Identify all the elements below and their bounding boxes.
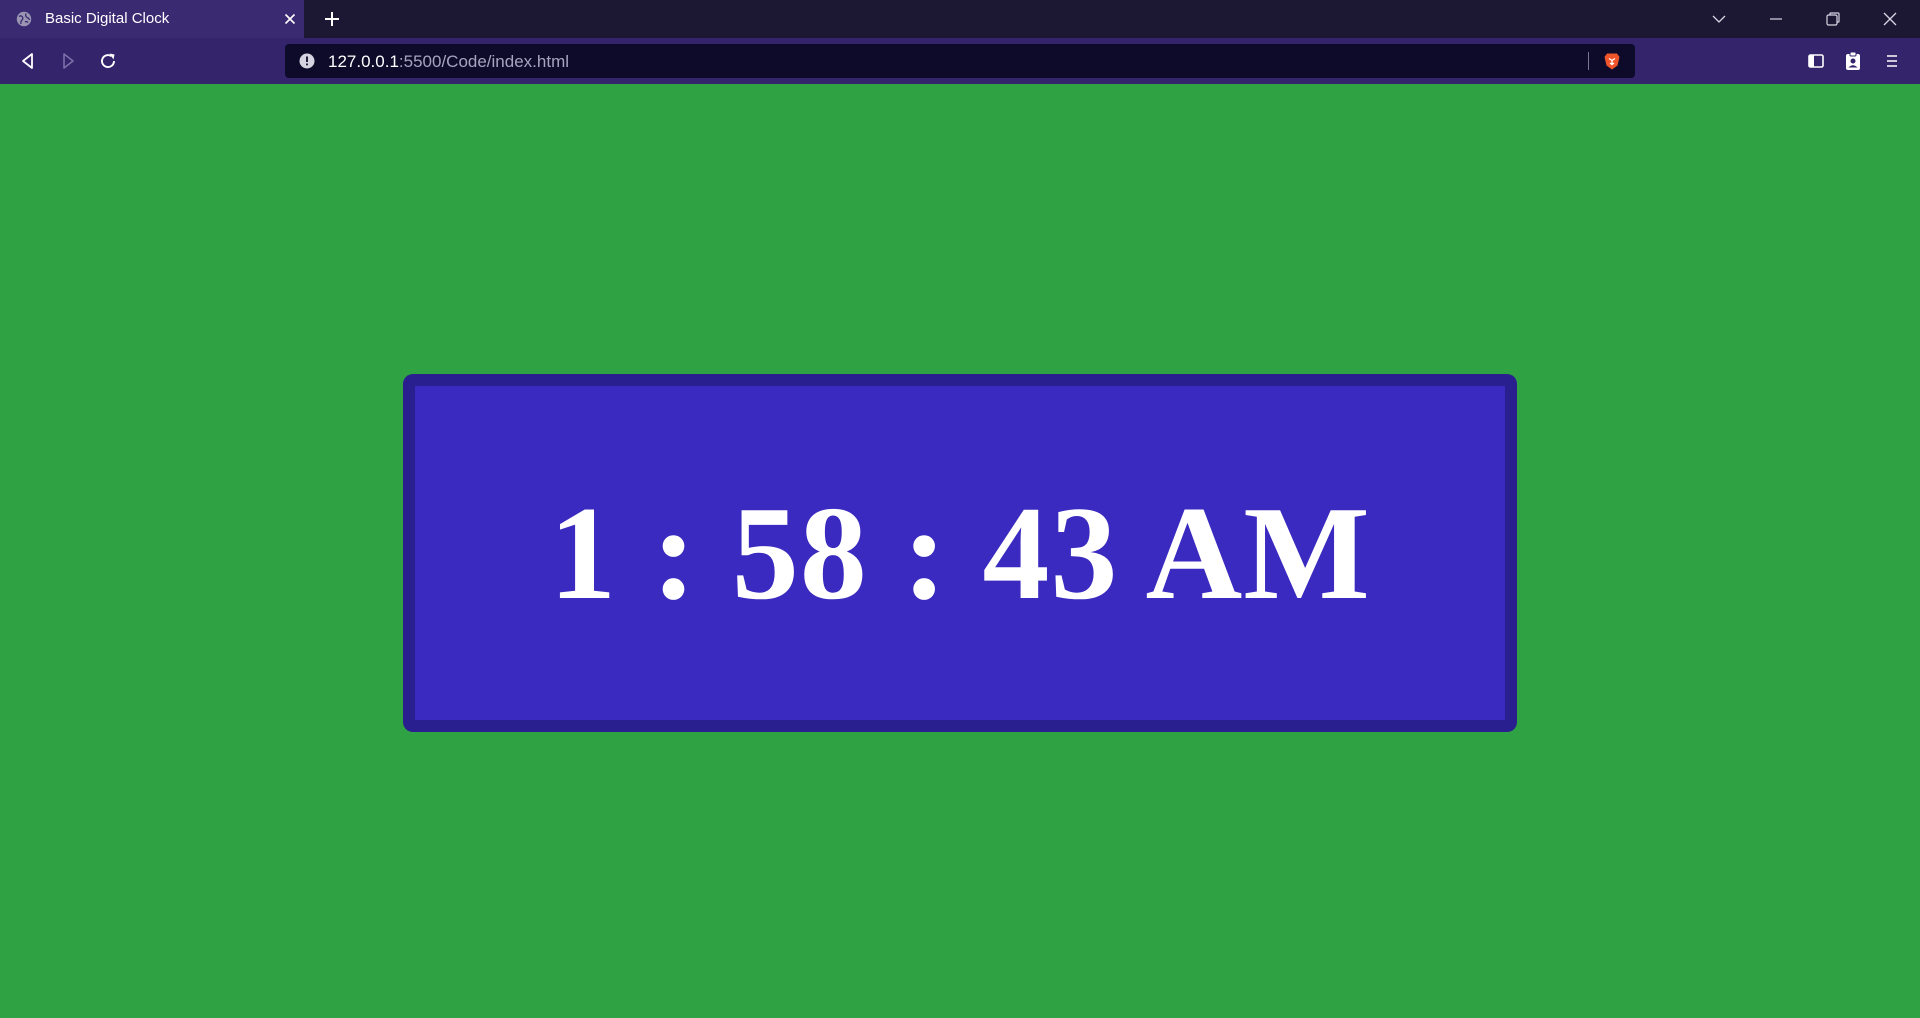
- menu-icon[interactable]: [1881, 50, 1903, 72]
- forward-icon[interactable]: [57, 50, 79, 72]
- tab-search-chevron-icon[interactable]: [1709, 9, 1729, 29]
- browser-toolbar: 127.0.0.1:5500/Code/index.html: [0, 38, 1920, 84]
- clock-face: 1 : 58 : 43 AM: [415, 386, 1505, 720]
- url-text[interactable]: 127.0.0.1:5500/Code/index.html: [328, 52, 569, 72]
- clock-frame: 1 : 58 : 43 AM: [403, 374, 1517, 732]
- site-info-icon[interactable]: [299, 53, 315, 69]
- url-host: 127.0.0.1: [328, 52, 399, 71]
- url-path: :5500/Code/index.html: [398, 52, 570, 71]
- address-bar[interactable]: 127.0.0.1:5500/Code/index.html: [285, 44, 1635, 78]
- clock-time: 1 : 58 : 43 AM: [549, 479, 1371, 627]
- tab-title: Basic Digital Clock: [45, 10, 170, 27]
- reload-icon[interactable]: [97, 50, 119, 72]
- address-bar-divider: [1588, 52, 1589, 70]
- tab-strip: Basic Digital Clock: [0, 0, 1920, 38]
- sidebar-icon[interactable]: [1805, 50, 1827, 72]
- minimize-icon[interactable]: [1766, 9, 1786, 29]
- new-tab-icon[interactable]: [322, 9, 342, 29]
- tab-basic-digital-clock[interactable]: Basic Digital Clock: [0, 0, 304, 38]
- wallet-icon[interactable]: [1842, 50, 1864, 72]
- back-icon[interactable]: [17, 50, 39, 72]
- close-tab-icon[interactable]: [282, 11, 298, 27]
- globe-icon: [16, 11, 32, 27]
- close-window-icon[interactable]: [1880, 9, 1900, 29]
- brave-shields-icon[interactable]: [1602, 51, 1622, 71]
- restore-icon[interactable]: [1823, 9, 1843, 29]
